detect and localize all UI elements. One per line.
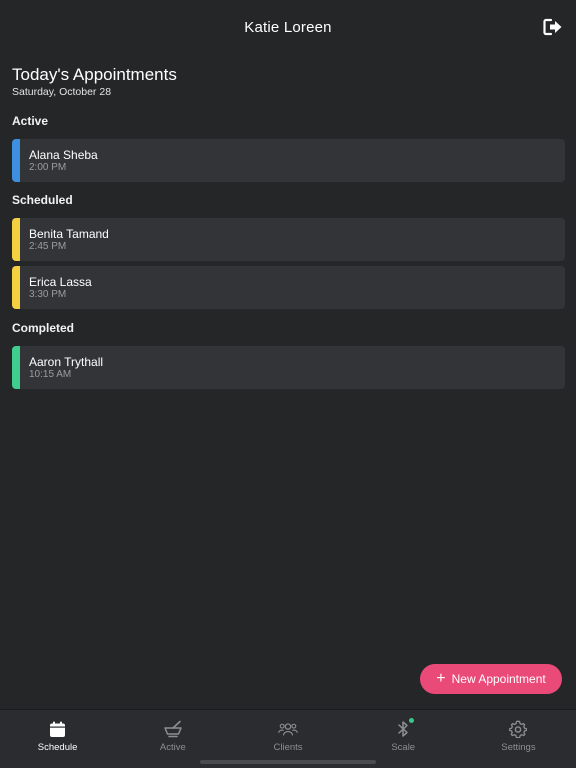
appointment-card[interactable]: Aaron Trythall 10:15 AM: [12, 346, 565, 389]
client-name: Aaron Trythall: [29, 355, 104, 369]
users-icon: [278, 719, 298, 739]
status-bar: [12, 218, 20, 261]
tab-label: Clients: [273, 742, 303, 753]
appointment-card[interactable]: Benita Tamand 2:45 PM: [12, 218, 565, 261]
appointment-time: 2:45 PM: [29, 241, 67, 252]
tab-settings[interactable]: Settings: [461, 710, 576, 768]
new-appointment-label: New Appointment: [451, 672, 546, 686]
client-name: Benita Tamand: [29, 227, 109, 241]
tab-label: Active: [159, 742, 186, 753]
plus-icon: +: [436, 669, 446, 687]
gear-icon: [508, 719, 528, 739]
section-label-scheduled: Scheduled: [12, 193, 73, 207]
status-bar: [12, 346, 20, 389]
header-title: Katie Loreen: [244, 18, 332, 36]
tab-label: Schedule: [37, 742, 78, 753]
page-title: Today's Appointments: [12, 65, 177, 84]
tab-label: Scale: [391, 742, 416, 753]
appointment-card[interactable]: Alana Sheba 2:00 PM: [12, 139, 565, 182]
client-name: Erica Lassa: [29, 275, 92, 289]
section-label-active: Active: [12, 114, 49, 128]
client-name: Alana Sheba: [29, 148, 98, 162]
tab-label: Settings: [501, 742, 536, 753]
page-heading: Today's Appointments Saturday, October 2…: [12, 65, 177, 99]
home-indicator: [200, 760, 376, 764]
new-appointment-button[interactable]: + New Appointment: [420, 664, 562, 694]
page-date: Saturday, October 28: [12, 86, 112, 98]
appointment-time: 3:30 PM: [29, 289, 67, 300]
status-bar: [12, 266, 20, 309]
logout-button[interactable]: [542, 16, 564, 38]
tab-schedule[interactable]: Schedule: [0, 710, 115, 768]
appointment-time: 2:00 PM: [29, 162, 67, 173]
header: Katie Loreen: [0, 0, 576, 54]
appointment-time: 10:15 AM: [29, 369, 72, 380]
section-label-completed: Completed: [12, 321, 75, 335]
status-bar: [12, 139, 20, 182]
appointment-card[interactable]: Erica Lassa 3:30 PM: [12, 266, 565, 309]
logout-icon: [543, 18, 562, 36]
connection-status-dot: [408, 717, 416, 724]
mortar-pestle-icon: [163, 719, 183, 739]
app-root: Katie Loreen Today's Appointments Saturd…: [0, 0, 576, 768]
calendar-icon: [48, 719, 68, 739]
bluetooth-icon: [393, 717, 416, 739]
